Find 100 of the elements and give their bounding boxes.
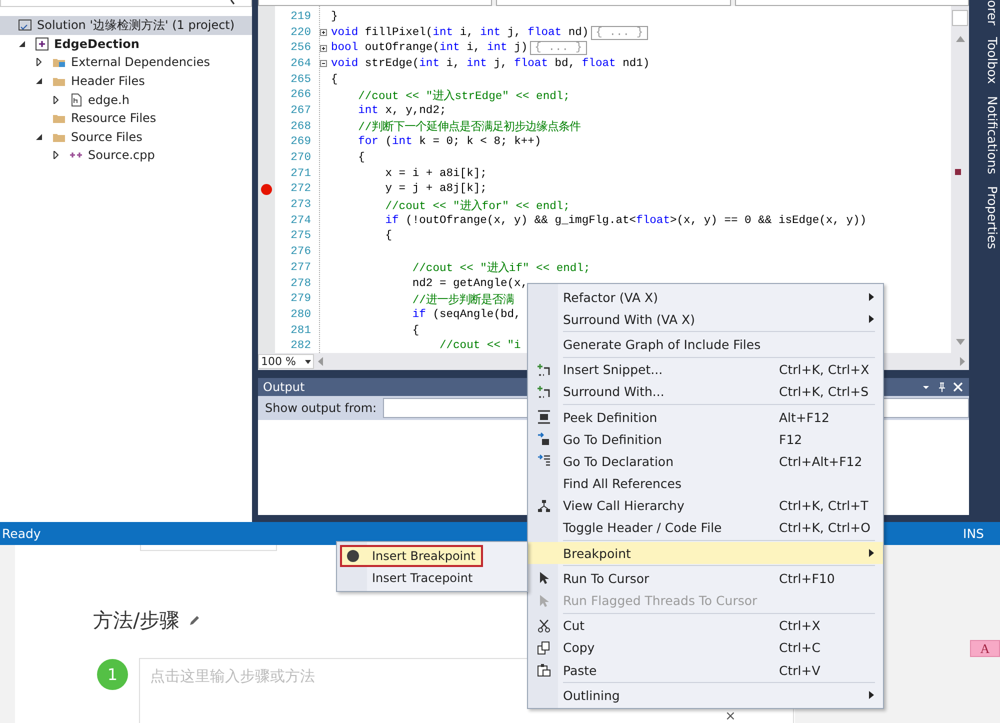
line-number: 266 <box>290 88 311 104</box>
expanded-arrow-icon[interactable] <box>18 40 26 48</box>
tree-item[interactable]: Source Files <box>0 128 252 146</box>
insert-mode: INS <box>963 526 984 541</box>
tree-item-label: Header Files <box>71 74 145 88</box>
pencil-icon[interactable] <box>188 614 200 626</box>
code-line: } <box>331 10 338 23</box>
line-number: 256 <box>290 41 311 56</box>
caret-icon[interactable] <box>305 360 311 364</box>
tree-item[interactable]: Solution '边缘检测方法' (1 project) <box>0 16 252 35</box>
collapsed-arrow-icon[interactable] <box>35 58 43 66</box>
menu-item[interactable]: Toggle Header / Code File Ctrl+K, Ctrl+O <box>528 516 883 540</box>
split-handle[interactable] <box>952 10 968 26</box>
menu-item[interactable]: Go To Declaration Ctrl+Alt+F12 <box>528 450 883 472</box>
side-tab[interactable]: Toolbox <box>979 31 1000 90</box>
line-number: 265 <box>290 72 311 88</box>
side-tab[interactable]: orer <box>979 0 1000 32</box>
line-number: 281 <box>290 324 311 338</box>
tree-item[interactable]: Source.cpp <box>0 146 252 165</box>
expand-icon[interactable] <box>320 29 327 36</box>
menu-item[interactable]: Insert Breakpoint <box>340 545 484 568</box>
side-tab[interactable]: Notifications <box>979 90 1000 180</box>
menu-item[interactable]: Surround With (VA X) <box>528 308 883 330</box>
menu-item[interactable]: View Call Hierarchy Ctrl+K, Ctrl+T <box>528 494 883 517</box>
collapsed-arrow-icon[interactable] <box>52 96 60 104</box>
expanded-arrow-icon[interactable] <box>35 77 43 86</box>
breakpoint-icon[interactable] <box>261 184 272 195</box>
code-line: //cout << "进入for" << endl; <box>384 198 570 213</box>
line-number: 272 <box>290 182 311 198</box>
line-number: 276 <box>290 245 311 260</box>
line-number: 275 <box>290 229 311 244</box>
code-line: nd2 = getAngle(x, <box>411 278 528 290</box>
tree-item[interactable]: EdgeDection <box>0 34 252 54</box>
close-mark[interactable]: × <box>725 710 736 723</box>
line-number: 277 <box>290 260 311 276</box>
pointer-icon <box>537 594 551 608</box>
menu-item[interactable]: Insert Tracepoint <box>337 567 527 590</box>
expanded-arrow-icon[interactable] <box>35 132 43 141</box>
line-number: 282 <box>290 339 311 353</box>
tree-item-label: Source.cpp <box>88 148 155 162</box>
go-to-definition-icon <box>537 432 551 446</box>
code-line: if (seqAngle(bd, <box>411 308 521 321</box>
go-to-declaration-icon <box>537 454 551 468</box>
side-tab[interactable]: Properties <box>979 180 1000 256</box>
tree-item-label: External Dependencies <box>71 55 210 70</box>
menu-item[interactable]: Insert Snippet... Ctrl+K, Ctrl+X <box>528 358 883 381</box>
menu-item[interactable]: Peek Definition Alt+F12 <box>528 406 883 428</box>
code-line: for (int k = 0; k < 8; k++) <box>357 136 542 148</box>
line-number: 269 <box>290 135 311 150</box>
panel-title: Output <box>263 380 305 394</box>
menu-item[interactable]: Find All References <box>528 472 883 495</box>
floating-badge[interactable]: A <box>970 640 1000 657</box>
menu-item[interactable]: Generate Graph of Include Files <box>528 333 883 356</box>
code-line: { <box>331 74 338 86</box>
line-number: 273 <box>290 198 311 213</box>
field-label: Show output from: <box>265 401 377 415</box>
menu-item[interactable]: Cut Ctrl+X <box>528 614 883 637</box>
code-line: //cout << "进入strEdge" << endl; <box>357 88 570 103</box>
menu-item[interactable]: Run To Cursor Ctrl+F10 <box>528 567 883 590</box>
line-number: 279 <box>290 292 311 308</box>
menu-item[interactable]: Go To Definition F12 <box>528 428 883 450</box>
peek-definition-icon <box>537 410 551 424</box>
line-number: 270 <box>290 151 311 166</box>
code-line: x = i + a8i[k]; <box>384 168 487 180</box>
tree-item-label: Solution '边缘检测方法' (1 project) <box>37 16 235 34</box>
expand-icon[interactable] <box>320 44 327 52</box>
tree-item[interactable]: Resource Files <box>0 108 252 128</box>
line-number: 271 <box>290 166 311 182</box>
code-line: bool outOfrange(int i, int j) <box>331 42 528 54</box>
code-line: //cout << "i <box>438 340 521 352</box>
zoom-dropdown[interactable]: 100 % <box>258 354 314 369</box>
breakpoint-icon <box>346 549 360 564</box>
code-line: void fillPixel(int i, int j, float nd) <box>331 26 589 39</box>
line-number: 280 <box>290 308 311 323</box>
menu-item[interactable]: Refactor (VA X) <box>528 286 883 308</box>
paste-icon <box>537 663 551 678</box>
close-icon[interactable] <box>953 382 963 392</box>
tree-item-label: Resource Files <box>71 111 156 126</box>
tree-item-label: EdgeDection <box>54 36 140 51</box>
collapse-icon[interactable] <box>320 60 327 68</box>
line-number: 264 <box>290 56 311 72</box>
pointer-icon <box>537 571 551 586</box>
tree-item-label: Source Files <box>71 130 142 144</box>
code-line: y = j + a8j[k]; <box>384 183 487 196</box>
tree-item[interactable]: Header Files <box>0 72 252 90</box>
snippet-icon <box>537 362 551 377</box>
tree-item[interactable]: edge.h <box>0 90 252 109</box>
menu-item[interactable]: Surround With... Ctrl+K, Ctrl+S <box>528 380 883 403</box>
tree-item[interactable]: External Dependencies <box>0 53 252 72</box>
menu-item[interactable]: Copy Ctrl+C <box>528 636 883 659</box>
status-message: Ready <box>2 526 41 541</box>
code-line: { <box>411 324 420 337</box>
collapsed-arrow-icon[interactable] <box>52 151 60 160</box>
code-line: //cout << "进入if" << endl; <box>411 260 590 276</box>
line-number: 267 <box>290 104 311 119</box>
menu-item[interactable]: Breakpoint <box>528 542 883 564</box>
solution-icon <box>18 18 32 32</box>
pin-icon[interactable] <box>937 382 947 392</box>
vertical-scrollbar[interactable] <box>951 6 969 353</box>
copy-icon <box>537 640 551 655</box>
